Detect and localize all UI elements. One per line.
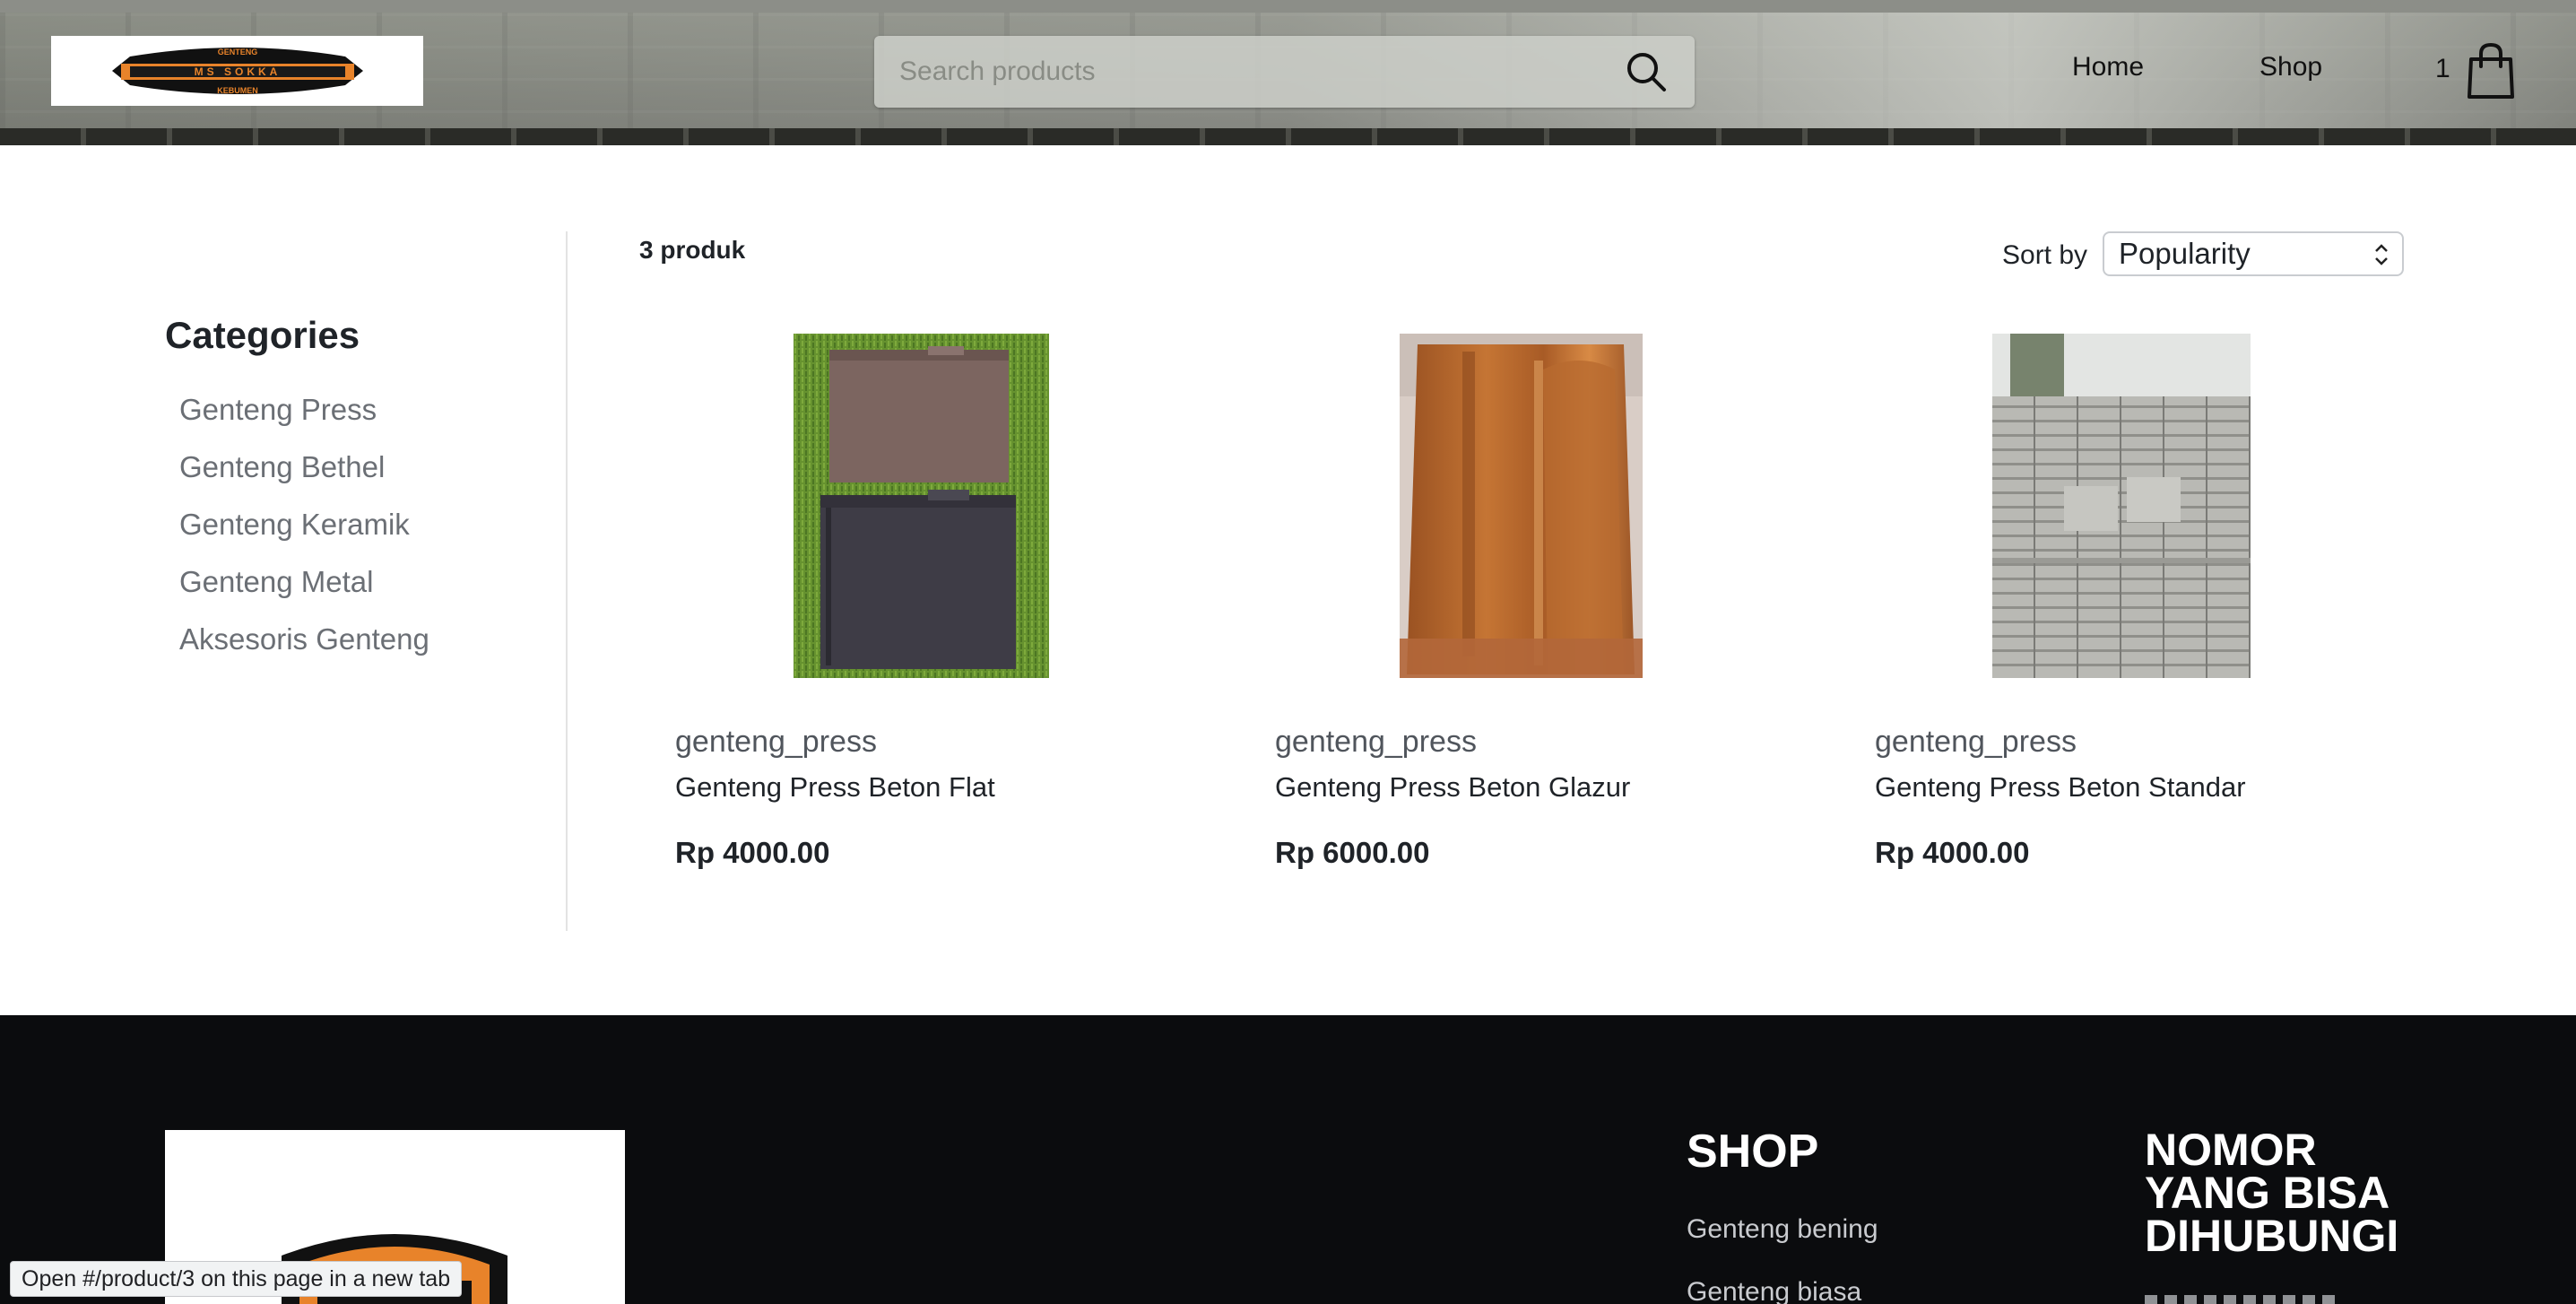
sort-label: Sort by bbox=[2002, 240, 2088, 270]
product-name[interactable]: Genteng Press Beton Standar bbox=[1875, 771, 2246, 804]
product-photo bbox=[794, 334, 1049, 678]
product-image-beton-flat[interactable] bbox=[794, 334, 1049, 678]
category-item-genteng-metal[interactable]: Genteng Metal bbox=[165, 565, 542, 622]
product-name[interactable]: Genteng Press Beton Flat bbox=[675, 771, 995, 804]
logo-text-bottom: KEBUMEN bbox=[217, 86, 258, 95]
category-item-genteng-press[interactable]: Genteng Press bbox=[165, 393, 542, 450]
sort-select[interactable]: Popularity bbox=[2103, 231, 2404, 276]
search-input[interactable] bbox=[899, 36, 1599, 108]
logo-emblem-icon: GENTENG MS SOKKA KEBUMEN bbox=[111, 48, 363, 95]
product-photo bbox=[1992, 334, 2251, 678]
nav-home-link[interactable]: Home bbox=[2072, 52, 2144, 83]
shopping-bag-icon[interactable] bbox=[2464, 41, 2518, 100]
footer-phone-number-cutoff bbox=[2145, 1295, 2342, 1304]
category-list: Genteng Press Genteng Bethel Genteng Ker… bbox=[165, 393, 542, 680]
site-logo[interactable]: GENTENG MS SOKKA KEBUMEN bbox=[51, 36, 423, 106]
header-roof-strip bbox=[0, 128, 2576, 145]
select-chevrons-icon bbox=[2375, 244, 2388, 265]
page-scrollbar[interactable] bbox=[2566, 0, 2576, 1304]
product-photo bbox=[1400, 334, 1643, 678]
product-count: 3 produk bbox=[639, 236, 746, 264]
product-image-beton-glazur[interactable] bbox=[1400, 334, 1643, 678]
product-name[interactable]: Genteng Press Beton Glazur bbox=[1275, 771, 1630, 804]
product-category: genteng_press bbox=[1875, 725, 2077, 759]
search-bar bbox=[874, 36, 1695, 108]
link-status-tooltip: Open #/product/3 on this page in a new t… bbox=[10, 1261, 463, 1297]
category-item-genteng-keramik[interactable]: Genteng Keramik bbox=[165, 508, 542, 565]
product-category: genteng_press bbox=[1275, 725, 1477, 759]
cart-count-badge: 1 bbox=[2435, 54, 2450, 83]
footer-contact-heading: NOMOR YANG BISA DIHUBUNGI bbox=[2145, 1125, 2399, 1261]
category-item-aksesoris-genteng[interactable]: Aksesoris Genteng bbox=[165, 622, 542, 680]
footer-link-genteng-biasa[interactable]: Genteng biasa bbox=[1687, 1277, 1861, 1304]
logo-text-main: MS SOKKA bbox=[194, 65, 281, 78]
product-price: Rp 4000.00 bbox=[1875, 836, 2030, 869]
product-image-beton-standar[interactable] bbox=[1992, 334, 2251, 678]
footer-link-genteng-bening[interactable]: Genteng bening bbox=[1687, 1214, 1878, 1245]
nav-shop-link[interactable]: Shop bbox=[2259, 52, 2322, 83]
footer-shop-heading: SHOP bbox=[1687, 1126, 1819, 1178]
sidebar-divider bbox=[566, 231, 568, 931]
categories-heading: Categories bbox=[165, 314, 360, 356]
category-item-genteng-bethel[interactable]: Genteng Bethel bbox=[165, 450, 542, 508]
product-category: genteng_press bbox=[675, 725, 877, 759]
logo-text-top: GENTENG bbox=[217, 48, 257, 57]
product-price: Rp 6000.00 bbox=[1275, 836, 1430, 869]
category-sidebar: Categories Genteng Press Genteng Bethel … bbox=[165, 314, 542, 680]
product-price: Rp 4000.00 bbox=[675, 836, 830, 869]
sort-selected-value: Popularity bbox=[2119, 237, 2251, 270]
search-icon[interactable] bbox=[1623, 48, 1670, 95]
